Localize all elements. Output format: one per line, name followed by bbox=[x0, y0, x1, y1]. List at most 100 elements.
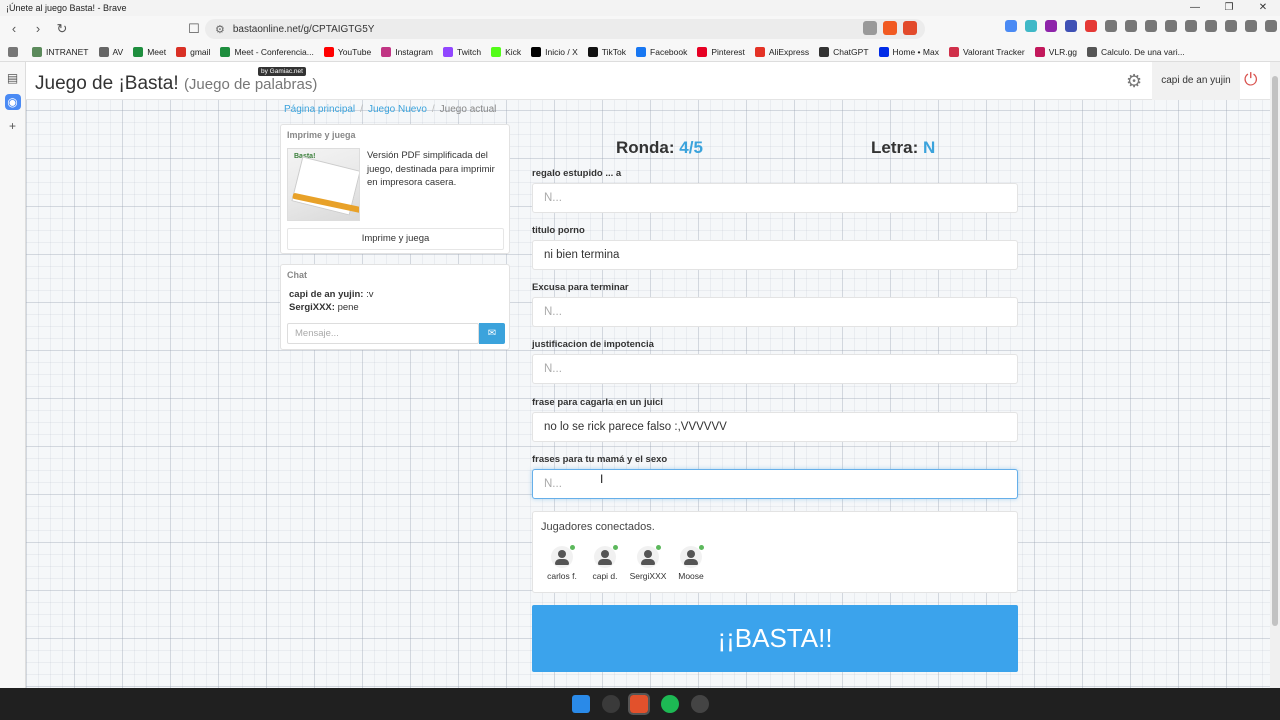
bookmark-item[interactable]: Home • Max bbox=[878, 46, 939, 57]
spotify-icon[interactable] bbox=[661, 695, 679, 713]
chat-user: capi de an yujin: bbox=[289, 289, 364, 300]
round-info: Ronda: 4/5 Letra: N bbox=[534, 136, 1020, 162]
bookmark-item[interactable]: AV bbox=[98, 46, 123, 57]
gamiac-badge[interactable]: by Gamiac.net bbox=[258, 67, 306, 76]
chat-send-icon[interactable]: ✉ bbox=[479, 323, 505, 344]
breadcrumb-new-game[interactable]: Juego Nuevo bbox=[368, 104, 427, 115]
wallet-icon[interactable] bbox=[1205, 20, 1217, 32]
extension-icon[interactable] bbox=[1065, 20, 1077, 32]
bookmark-item[interactable]: Meet bbox=[133, 46, 166, 57]
extension-icon[interactable] bbox=[1085, 20, 1097, 32]
page-scrollbar[interactable] bbox=[1270, 62, 1280, 688]
player-item[interactable]: Moose bbox=[669, 545, 713, 581]
share-icon[interactable] bbox=[863, 21, 877, 35]
extensions-area bbox=[1005, 20, 1280, 32]
chat-text: :v bbox=[363, 289, 374, 300]
globe-icon bbox=[1087, 46, 1098, 57]
puzzle-icon[interactable] bbox=[1145, 20, 1157, 32]
chat-message: capi de an yujin: :v bbox=[281, 288, 509, 301]
player-name: carlos f. bbox=[547, 571, 577, 581]
back-icon[interactable]: ‹ bbox=[4, 19, 24, 39]
bookmark-item[interactable]: Instagram bbox=[381, 46, 433, 57]
windows-start-icon[interactable] bbox=[572, 695, 590, 713]
forward-icon[interactable]: › bbox=[28, 19, 48, 39]
extension-icon[interactable] bbox=[1105, 20, 1117, 32]
player-item[interactable]: capi d. bbox=[583, 545, 627, 581]
category-input[interactable]: N... bbox=[532, 297, 1018, 327]
extension-icon[interactable] bbox=[1045, 20, 1057, 32]
bookmark-item[interactable]: Calculo. De una vari... bbox=[1087, 46, 1185, 57]
category-label: frase para cagarla en un juici bbox=[532, 397, 663, 408]
print-button[interactable]: Imprime y juega bbox=[287, 228, 504, 250]
leo-ai-icon[interactable]: ◉ bbox=[4, 94, 21, 110]
brave-rewards-icon[interactable] bbox=[903, 21, 917, 35]
bookmark-item[interactable]: VLR.gg bbox=[1034, 46, 1077, 57]
brave-shields-icon[interactable] bbox=[883, 21, 897, 35]
add-panel-icon[interactable]: + bbox=[5, 118, 21, 134]
bookmark-item[interactable]: Twitch bbox=[443, 46, 481, 57]
bookmark-item[interactable]: YouTube bbox=[323, 46, 371, 57]
download-icon[interactable] bbox=[1225, 20, 1237, 32]
bookmark-label: gmail bbox=[190, 46, 211, 57]
site-settings-icon[interactable]: ⚙ bbox=[215, 23, 225, 36]
gear-icon[interactable]: ⚙ bbox=[1126, 71, 1142, 92]
bookmark-item[interactable]: Pinterest bbox=[697, 46, 745, 57]
bookmark-label: TikTok bbox=[601, 46, 627, 57]
category-label: titulo porno bbox=[532, 225, 585, 236]
obs-icon[interactable] bbox=[691, 695, 709, 713]
basta-button[interactable]: ¡¡BASTA!! bbox=[532, 605, 1018, 672]
category-input[interactable]: no lo se rick parece falso :,VVVVVV bbox=[532, 412, 1018, 442]
web-page: Juego de ¡Basta! (Juego de palabras) by … bbox=[26, 62, 1270, 688]
site-title[interactable]: Juego de ¡Basta! (Juego de palabras) bbox=[35, 73, 317, 95]
round-label: Ronda: bbox=[616, 138, 675, 157]
maximize-icon[interactable]: ❐ bbox=[1212, 0, 1246, 16]
extension-icon[interactable] bbox=[1125, 20, 1137, 32]
leo-icon[interactable] bbox=[1245, 20, 1257, 32]
player-item[interactable]: SergiXXX bbox=[626, 545, 670, 581]
scrollbar-thumb[interactable] bbox=[1272, 76, 1278, 626]
reload-icon[interactable]: ↻ bbox=[52, 19, 72, 39]
online-dot bbox=[613, 545, 618, 550]
apps-grid-icon[interactable] bbox=[8, 46, 18, 57]
bookmark-label: Meet - Conferencia... bbox=[234, 46, 314, 57]
bookmark-item[interactable]: gmail bbox=[176, 46, 211, 57]
chat-title: Chat bbox=[287, 270, 307, 280]
sidebar-toggle-icon[interactable] bbox=[1185, 20, 1197, 32]
media-icon[interactable] bbox=[1165, 20, 1177, 32]
category-label: justificacion de impotencia bbox=[532, 339, 654, 350]
breadcrumb-current: Juego actual bbox=[439, 104, 497, 115]
category-input-focused[interactable]: N... bbox=[532, 469, 1018, 499]
user-menu-button[interactable]: capi de an yujin bbox=[1152, 62, 1240, 100]
bookmark-item[interactable]: TikTok bbox=[587, 46, 627, 57]
bookmark-item[interactable]: ChatGPT bbox=[819, 46, 869, 57]
breadcrumb-home[interactable]: Página principal bbox=[284, 104, 355, 115]
print-thumbnail[interactable]: Basta! bbox=[287, 148, 360, 221]
bookmark-item[interactable]: Meet - Conferencia... bbox=[220, 46, 314, 57]
aliexpress-icon bbox=[754, 46, 765, 57]
chat-message-input[interactable]: Mensaje... bbox=[287, 323, 479, 344]
print-panel-title: Imprime y juega bbox=[287, 130, 356, 140]
taskbar-app-icon[interactable] bbox=[602, 695, 620, 713]
close-icon[interactable]: ✕ bbox=[1246, 0, 1280, 16]
bookmark-item[interactable]: Inicio / X bbox=[531, 46, 578, 57]
bookmark-item[interactable]: AliExpress bbox=[754, 46, 809, 57]
category-input[interactable]: N... bbox=[532, 183, 1018, 213]
bookmark-item[interactable]: Kick bbox=[491, 46, 521, 57]
power-icon[interactable]: ⏻ bbox=[1244, 70, 1257, 90]
bookmark-item[interactable]: Facebook bbox=[636, 46, 687, 57]
player-item[interactable]: carlos f. bbox=[540, 545, 584, 581]
bookmark-item[interactable]: INTRANET bbox=[32, 46, 89, 57]
letter-indicator: Letra: N bbox=[871, 138, 935, 158]
bookmark-icon[interactable]: ☐ bbox=[184, 19, 204, 39]
translate-icon[interactable] bbox=[1005, 20, 1017, 32]
bookmark-item[interactable]: Valorant Tracker bbox=[948, 46, 1025, 57]
vpn-icon[interactable] bbox=[1265, 20, 1277, 32]
url-bar[interactable]: ⚙ bastaonline.net/g/CPTAIGTG5Y bbox=[205, 19, 925, 39]
tracker-icon bbox=[948, 46, 959, 57]
category-input[interactable]: N... bbox=[532, 354, 1018, 384]
extension-icon[interactable] bbox=[1025, 20, 1037, 32]
sidebar-panel-icon[interactable]: ▤ bbox=[5, 70, 21, 86]
category-input[interactable]: ni bien termina bbox=[532, 240, 1018, 270]
brave-browser-icon[interactable] bbox=[628, 693, 650, 715]
minimize-icon[interactable]: — bbox=[1178, 0, 1212, 16]
